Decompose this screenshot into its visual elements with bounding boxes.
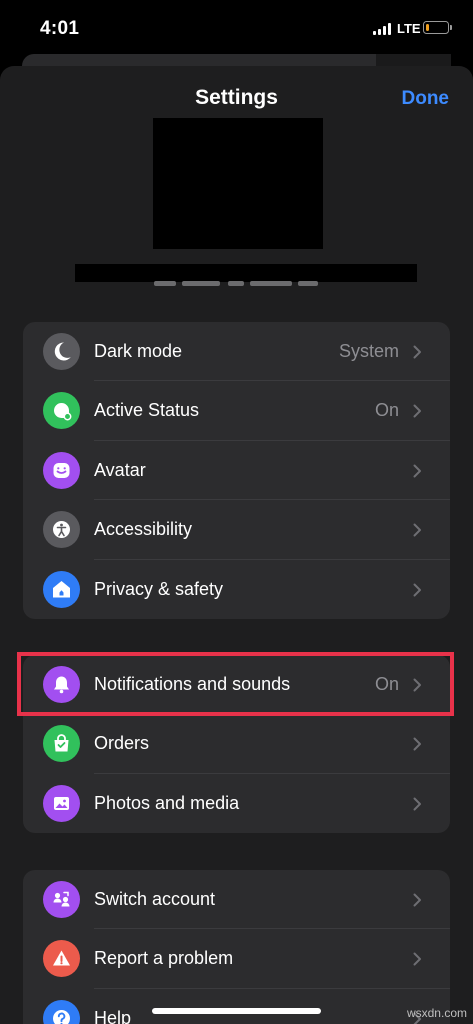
chevron-right-icon xyxy=(413,893,421,907)
switch-account-icon xyxy=(43,881,80,918)
settings-row-label: Orders xyxy=(94,733,150,754)
settings-row-accessibility[interactable]: Accessibility xyxy=(23,500,450,560)
settings-row-label: Report a problem xyxy=(94,948,234,969)
settings-row-avatar[interactable]: Avatar xyxy=(23,441,450,501)
settings-row-active-status[interactable]: Active Status On xyxy=(23,381,450,441)
chevron-right-icon xyxy=(413,345,421,359)
battery-level-fill xyxy=(425,23,429,31)
profile-name-redacted-edge xyxy=(152,281,322,287)
settings-row-value: System xyxy=(338,341,399,361)
chevron-right-icon xyxy=(413,952,421,966)
accessibility-icon xyxy=(43,511,80,549)
settings-group-account: Switch account Report a problem Help xyxy=(23,870,450,1024)
settings-row-orders[interactable]: Orders xyxy=(23,714,450,774)
settings-row-report-problem[interactable]: Report a problem xyxy=(23,929,450,989)
cellular-signal-icon xyxy=(373,23,391,35)
settings-row-photos-media[interactable]: Photos and media xyxy=(23,774,450,833)
warning-icon xyxy=(43,940,80,978)
settings-row-label: Privacy & safety xyxy=(94,578,224,599)
help-icon xyxy=(43,999,80,1024)
chevron-right-icon xyxy=(413,797,421,811)
settings-group-general: Dark mode System Active Status On Avatar xyxy=(23,322,450,619)
settings-row-label: Photos and media xyxy=(94,792,240,813)
status-bar: 4:01 LTE xyxy=(0,0,473,56)
status-time: 4:01 xyxy=(40,18,80,39)
moon-icon xyxy=(43,333,80,370)
settings-row-privacy-safety[interactable]: Privacy & safety xyxy=(23,560,450,619)
network-type: LTE xyxy=(397,21,421,36)
profile-name-redacted xyxy=(75,264,417,282)
settings-row-label: Help xyxy=(94,1007,132,1024)
settings-screen: 4:01 LTE Settings Done Dark mode System … xyxy=(0,0,473,1024)
chevron-right-icon xyxy=(413,583,421,597)
settings-row-switch-account[interactable]: Switch account xyxy=(23,870,450,930)
active-status-icon xyxy=(43,392,80,430)
settings-row-label: Dark mode xyxy=(94,341,183,361)
chevron-right-icon xyxy=(413,464,421,478)
settings-row-label: Active Status xyxy=(94,400,200,421)
chevron-right-icon xyxy=(413,737,421,751)
chevron-right-icon xyxy=(413,404,421,418)
profile-photo-redacted[interactable] xyxy=(153,118,323,249)
settings-row-label: Avatar xyxy=(94,459,146,480)
done-button[interactable]: Done xyxy=(402,88,450,110)
settings-row-label: Switch account xyxy=(94,889,216,909)
chevron-right-icon xyxy=(413,523,421,537)
highlight-annotation xyxy=(17,652,454,716)
battery-icon xyxy=(423,21,452,34)
photo-icon xyxy=(43,784,80,822)
home-shield-icon xyxy=(43,570,80,608)
settings-row-dark-mode[interactable]: Dark mode System xyxy=(23,322,450,382)
shopping-bag-icon xyxy=(43,725,80,763)
home-indicator[interactable] xyxy=(152,1008,321,1014)
settings-row-label: Accessibility xyxy=(94,519,193,540)
avatar-icon xyxy=(43,451,80,489)
watermark: wsxdn.com xyxy=(406,1006,467,1020)
settings-row-value: On xyxy=(374,400,399,421)
settings-row-help[interactable]: Help xyxy=(23,989,450,1024)
